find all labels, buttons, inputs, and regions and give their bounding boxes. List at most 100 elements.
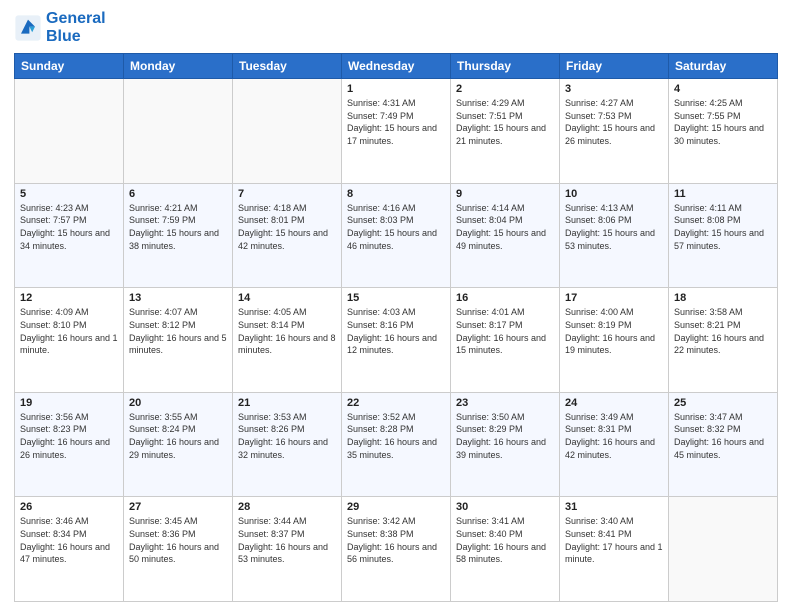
day-number: 3 <box>565 83 663 95</box>
day-number: 21 <box>238 397 336 409</box>
day-info: Sunrise: 4:29 AM Sunset: 7:51 PM Dayligh… <box>456 97 554 147</box>
day-info: Sunrise: 4:11 AM Sunset: 8:08 PM Dayligh… <box>674 202 772 252</box>
day-cell-14: 14 Sunrise: 4:05 AM Sunset: 8:14 PM Dayli… <box>233 288 342 393</box>
day-info: Sunrise: 3:50 AM Sunset: 8:29 PM Dayligh… <box>456 411 554 461</box>
day-number: 9 <box>456 188 554 200</box>
day-cell-13: 13 Sunrise: 4:07 AM Sunset: 8:12 PM Dayli… <box>124 288 233 393</box>
day-cell-16: 16 Sunrise: 4:01 AM Sunset: 8:17 PM Dayli… <box>451 288 560 393</box>
day-number: 16 <box>456 292 554 304</box>
day-cell-10: 10 Sunrise: 4:13 AM Sunset: 8:06 PM Dayli… <box>560 183 669 288</box>
empty-cell <box>124 79 233 184</box>
day-number: 15 <box>347 292 445 304</box>
day-cell-2: 2 Sunrise: 4:29 AM Sunset: 7:51 PM Daylig… <box>451 79 560 184</box>
day-header-wednesday: Wednesday <box>342 54 451 79</box>
day-info: Sunrise: 3:55 AM Sunset: 8:24 PM Dayligh… <box>129 411 227 461</box>
day-cell-22: 22 Sunrise: 3:52 AM Sunset: 8:28 PM Dayli… <box>342 392 451 497</box>
day-number: 1 <box>347 83 445 95</box>
week-row-3: 12 Sunrise: 4:09 AM Sunset: 8:10 PM Dayli… <box>15 288 778 393</box>
day-info: Sunrise: 3:42 AM Sunset: 8:38 PM Dayligh… <box>347 515 445 565</box>
day-info: Sunrise: 4:18 AM Sunset: 8:01 PM Dayligh… <box>238 202 336 252</box>
week-row-5: 26 Sunrise: 3:46 AM Sunset: 8:34 PM Dayli… <box>15 497 778 602</box>
day-number: 12 <box>20 292 118 304</box>
day-cell-28: 28Sunrise: 3:44 AM Sunset: 8:37 PM Dayli… <box>233 497 342 602</box>
day-number: 19 <box>20 397 118 409</box>
day-info: Sunrise: 4:00 AM Sunset: 8:19 PM Dayligh… <box>565 306 663 356</box>
day-cell-12: 12 Sunrise: 4:09 AM Sunset: 8:10 PM Dayli… <box>15 288 124 393</box>
day-header-tuesday: Tuesday <box>233 54 342 79</box>
day-number: 29 <box>347 501 445 513</box>
day-number: 26 <box>20 501 118 513</box>
day-info: Sunrise: 3:47 AM Sunset: 8:32 PM Dayligh… <box>674 411 772 461</box>
day-info: Sunrise: 4:13 AM Sunset: 8:06 PM Dayligh… <box>565 202 663 252</box>
day-number: 22 <box>347 397 445 409</box>
day-header-thursday: Thursday <box>451 54 560 79</box>
day-info: Sunrise: 4:25 AM Sunset: 7:55 PM Dayligh… <box>674 97 772 147</box>
day-cell-26: 26 Sunrise: 3:46 AM Sunset: 8:34 PM Dayli… <box>15 497 124 602</box>
day-header-friday: Friday <box>560 54 669 79</box>
week-row-1: 1Sunrise: 4:31 AM Sunset: 7:49 PM Daylig… <box>15 79 778 184</box>
day-info: Sunrise: 4:21 AM Sunset: 7:59 PM Dayligh… <box>129 202 227 252</box>
day-cell-18: 18 Sunrise: 3:58 AM Sunset: 8:21 PM Dayli… <box>669 288 778 393</box>
day-cell-5: 5 Sunrise: 4:23 AM Sunset: 7:57 PM Daylig… <box>15 183 124 288</box>
day-cell-8: 8 Sunrise: 4:16 AM Sunset: 8:03 PM Daylig… <box>342 183 451 288</box>
day-number: 6 <box>129 188 227 200</box>
logo: General Blue <box>14 10 106 45</box>
day-cell-11: 11 Sunrise: 4:11 AM Sunset: 8:08 PM Dayli… <box>669 183 778 288</box>
day-info: Sunrise: 3:58 AM Sunset: 8:21 PM Dayligh… <box>674 306 772 356</box>
day-number: 18 <box>674 292 772 304</box>
day-cell-25: 25 Sunrise: 3:47 AM Sunset: 8:32 PM Dayli… <box>669 392 778 497</box>
day-info: Sunrise: 4:14 AM Sunset: 8:04 PM Dayligh… <box>456 202 554 252</box>
day-info: Sunrise: 3:44 AM Sunset: 8:37 PM Dayligh… <box>238 515 336 565</box>
day-cell-20: 20 Sunrise: 3:55 AM Sunset: 8:24 PM Dayli… <box>124 392 233 497</box>
day-number: 4 <box>674 83 772 95</box>
day-info: Sunrise: 4:09 AM Sunset: 8:10 PM Dayligh… <box>20 306 118 356</box>
day-number: 31 <box>565 501 663 513</box>
day-info: Sunrise: 4:01 AM Sunset: 8:17 PM Dayligh… <box>456 306 554 356</box>
day-cell-17: 17 Sunrise: 4:00 AM Sunset: 8:19 PM Dayli… <box>560 288 669 393</box>
day-cell-9: 9 Sunrise: 4:14 AM Sunset: 8:04 PM Daylig… <box>451 183 560 288</box>
day-cell-3: 3Sunrise: 4:27 AM Sunset: 7:53 PM Daylig… <box>560 79 669 184</box>
day-cell-19: 19Sunrise: 3:56 AM Sunset: 8:23 PM Dayli… <box>15 392 124 497</box>
empty-cell <box>15 79 124 184</box>
day-info: Sunrise: 3:49 AM Sunset: 8:31 PM Dayligh… <box>565 411 663 461</box>
logo-icon <box>14 14 42 42</box>
day-number: 20 <box>129 397 227 409</box>
day-info: Sunrise: 4:07 AM Sunset: 8:12 PM Dayligh… <box>129 306 227 356</box>
day-cell-30: 30 Sunrise: 3:41 AM Sunset: 8:40 PM Dayli… <box>451 497 560 602</box>
day-number: 7 <box>238 188 336 200</box>
day-cell-15: 15 Sunrise: 4:03 AM Sunset: 8:16 PM Dayli… <box>342 288 451 393</box>
header: General Blue <box>14 10 778 45</box>
day-info: Sunrise: 3:46 AM Sunset: 8:34 PM Dayligh… <box>20 515 118 565</box>
day-number: 27 <box>129 501 227 513</box>
day-cell-31: 31Sunrise: 3:40 AM Sunset: 8:41 PM Dayli… <box>560 497 669 602</box>
calendar-table: SundayMondayTuesdayWednesdayThursdayFrid… <box>14 53 778 602</box>
day-number: 11 <box>674 188 772 200</box>
day-info: Sunrise: 4:03 AM Sunset: 8:16 PM Dayligh… <box>347 306 445 356</box>
day-number: 13 <box>129 292 227 304</box>
day-info: Sunrise: 3:41 AM Sunset: 8:40 PM Dayligh… <box>456 515 554 565</box>
day-cell-29: 29 Sunrise: 3:42 AM Sunset: 8:38 PM Dayli… <box>342 497 451 602</box>
empty-cell <box>233 79 342 184</box>
day-cell-7: 7 Sunrise: 4:18 AM Sunset: 8:01 PM Daylig… <box>233 183 342 288</box>
day-number: 30 <box>456 501 554 513</box>
day-info: Sunrise: 3:45 AM Sunset: 8:36 PM Dayligh… <box>129 515 227 565</box>
day-number: 10 <box>565 188 663 200</box>
day-number: 14 <box>238 292 336 304</box>
day-header-monday: Monday <box>124 54 233 79</box>
day-info: Sunrise: 4:23 AM Sunset: 7:57 PM Dayligh… <box>20 202 118 252</box>
day-number: 2 <box>456 83 554 95</box>
day-number: 5 <box>20 188 118 200</box>
day-info: Sunrise: 4:05 AM Sunset: 8:14 PM Dayligh… <box>238 306 336 356</box>
day-number: 25 <box>674 397 772 409</box>
day-info: Sunrise: 3:52 AM Sunset: 8:28 PM Dayligh… <box>347 411 445 461</box>
day-number: 8 <box>347 188 445 200</box>
day-number: 17 <box>565 292 663 304</box>
days-header-row: SundayMondayTuesdayWednesdayThursdayFrid… <box>15 54 778 79</box>
day-header-saturday: Saturday <box>669 54 778 79</box>
day-cell-6: 6 Sunrise: 4:21 AM Sunset: 7:59 PM Daylig… <box>124 183 233 288</box>
day-cell-24: 24 Sunrise: 3:49 AM Sunset: 8:31 PM Dayli… <box>560 392 669 497</box>
day-number: 24 <box>565 397 663 409</box>
day-info: Sunrise: 3:53 AM Sunset: 8:26 PM Dayligh… <box>238 411 336 461</box>
day-info: Sunrise: 4:16 AM Sunset: 8:03 PM Dayligh… <box>347 202 445 252</box>
calendar-container: General Blue SundayMondayTuesdayWednesda… <box>0 0 792 612</box>
